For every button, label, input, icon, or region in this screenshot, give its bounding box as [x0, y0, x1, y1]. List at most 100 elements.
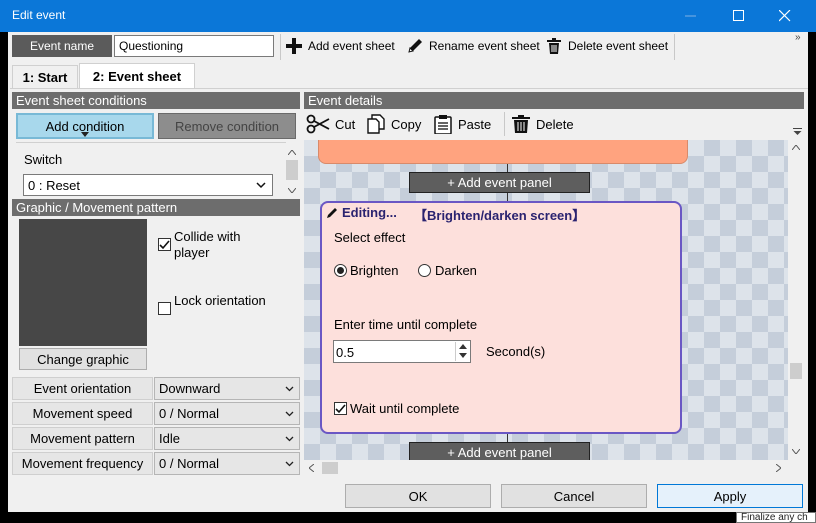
maximize-icon[interactable]	[716, 0, 762, 32]
checkmark-icon	[159, 240, 170, 250]
toolbar-divider	[504, 112, 505, 136]
collide-checkbox[interactable]	[158, 238, 171, 251]
toolbar-divider	[280, 34, 281, 60]
previous-event-panel[interactable]	[318, 140, 688, 164]
ok-button[interactable]: OK	[345, 484, 491, 508]
graphic-header: Graphic / Movement pattern	[12, 199, 300, 216]
scroll-down-icon[interactable]	[792, 449, 800, 454]
scroll-thumb[interactable]	[286, 160, 298, 180]
scissors-icon	[306, 114, 330, 134]
paste-button[interactable]: Paste	[433, 113, 491, 135]
time-spinner[interactable]	[455, 342, 469, 361]
title-bar[interactable]: Edit event	[0, 0, 816, 32]
add-event-sheet-button[interactable]: Add event sheet	[285, 35, 395, 57]
canvas-hscrollbar[interactable]	[304, 460, 788, 476]
spin-up-icon[interactable]	[459, 344, 467, 349]
copy-icon	[367, 114, 385, 134]
switch-select[interactable]: 0 : Reset	[23, 174, 273, 196]
conditions-header: Event sheet conditions	[12, 92, 300, 109]
scroll-left-icon[interactable]	[309, 464, 314, 472]
conditions-scrollbar[interactable]	[285, 146, 299, 198]
editing-panel[interactable]: Editing... 【Brighten/darken screen】 Sele…	[320, 201, 682, 434]
scroll-thumb[interactable]	[790, 363, 802, 379]
chevron-down-icon	[285, 436, 294, 442]
pencil-icon	[327, 208, 337, 218]
movement-pattern-value: Idle	[159, 431, 180, 446]
rename-event-sheet-label: Rename event sheet	[429, 39, 540, 53]
chevron-down-icon	[285, 386, 294, 392]
change-graphic-button[interactable]: Change graphic	[19, 348, 147, 370]
trash-icon	[512, 115, 530, 133]
close-icon[interactable]	[762, 0, 808, 32]
delete-button[interactable]: Delete	[511, 113, 574, 135]
movement-pattern-select[interactable]: Idle	[154, 427, 300, 450]
darken-radio[interactable]	[418, 264, 431, 277]
brighten-radio[interactable]	[334, 264, 347, 277]
clipboard-icon	[434, 115, 452, 134]
wait-checkbox[interactable]	[334, 402, 347, 415]
movement-frequency-label: Movement frequency	[12, 452, 153, 475]
event-details-header: Event details	[304, 92, 804, 109]
time-value: 0.5	[336, 345, 355, 360]
movement-frequency-value: 0 / Normal	[159, 456, 219, 471]
cut-button[interactable]: Cut	[306, 113, 355, 135]
minimize-icon	[668, 0, 714, 32]
add-condition-button[interactable]: Add condition	[16, 113, 154, 139]
event-orientation-value: Downward	[159, 381, 221, 396]
scroll-up-icon[interactable]	[288, 150, 296, 155]
tab-panel-border	[10, 88, 808, 89]
switch-value: 0 : Reset	[28, 177, 81, 193]
copy-label: Copy	[391, 116, 422, 132]
canvas-vscrollbar[interactable]	[788, 140, 804, 460]
plus-icon	[286, 38, 302, 54]
chevron-down-icon	[285, 461, 294, 467]
time-label: Enter time until complete	[334, 317, 478, 332]
toolbar-overflow-icon[interactable]: »	[795, 32, 801, 43]
delete-event-sheet-label: Delete event sheet	[568, 39, 669, 53]
checkmark-icon	[335, 404, 346, 414]
movement-speed-select[interactable]: 0 / Normal	[154, 402, 300, 425]
editing-command: 【Brighten/darken screen】	[414, 208, 586, 223]
movement-speed-value: 0 / Normal	[159, 406, 219, 421]
caret-down-icon	[81, 132, 89, 137]
remove-condition-button[interactable]: Remove condition	[158, 113, 296, 139]
spin-down-icon[interactable]	[459, 353, 467, 358]
scroll-thumb[interactable]	[322, 462, 338, 474]
event-canvas[interactable]: + Add event panel Editing... 【Brighten/d…	[304, 140, 788, 460]
copy-button[interactable]: Copy	[366, 113, 421, 135]
radio-selected-dot	[337, 267, 344, 274]
toolbar-divider	[674, 34, 675, 60]
overflow-chevron-icon[interactable]	[793, 128, 802, 136]
tab-event-sheet[interactable]: 2: Event sheet	[79, 63, 195, 89]
event-name-input[interactable]	[114, 35, 274, 57]
add-event-sheet-label: Add event sheet	[308, 39, 395, 53]
delete-event-sheet-button[interactable]: Delete event sheet	[545, 35, 668, 57]
scroll-up-icon[interactable]	[792, 145, 800, 150]
editing-title: Editing...	[342, 205, 397, 220]
cancel-button[interactable]: Cancel	[501, 484, 647, 508]
time-unit: Second(s)	[486, 344, 546, 359]
apply-button[interactable]: Apply	[657, 484, 803, 508]
graphic-preview[interactable]	[19, 219, 147, 346]
scroll-down-icon[interactable]	[288, 188, 296, 193]
switch-label: Switch	[24, 152, 67, 167]
add-event-panel-button-bottom[interactable]: + Add event panel	[409, 442, 590, 460]
brighten-label: Brighten	[350, 263, 399, 278]
rename-event-sheet-button[interactable]: Rename event sheet	[406, 35, 540, 57]
scroll-right-icon[interactable]	[776, 464, 781, 472]
movement-pattern-label: Movement pattern	[12, 427, 153, 450]
pencil-icon	[408, 39, 422, 53]
tab-start[interactable]: 1: Start	[12, 65, 78, 89]
movement-frequency-select[interactable]: 0 / Normal	[154, 452, 300, 475]
collide-label: Collide with player	[174, 229, 241, 260]
event-orientation-label: Event orientation	[12, 377, 153, 400]
add-event-panel-button[interactable]: + Add event panel	[409, 172, 590, 193]
trash-icon	[547, 38, 561, 54]
event-name-label: Event name	[12, 35, 112, 57]
event-orientation-select[interactable]: Downward	[154, 377, 300, 400]
lock-orientation-checkbox[interactable]	[158, 302, 171, 315]
time-input[interactable]: 0.5	[333, 340, 471, 363]
darken-label: Darken	[435, 263, 477, 278]
chevron-down-icon	[256, 182, 266, 189]
apply-tooltip: Finalize any ch	[736, 512, 816, 523]
